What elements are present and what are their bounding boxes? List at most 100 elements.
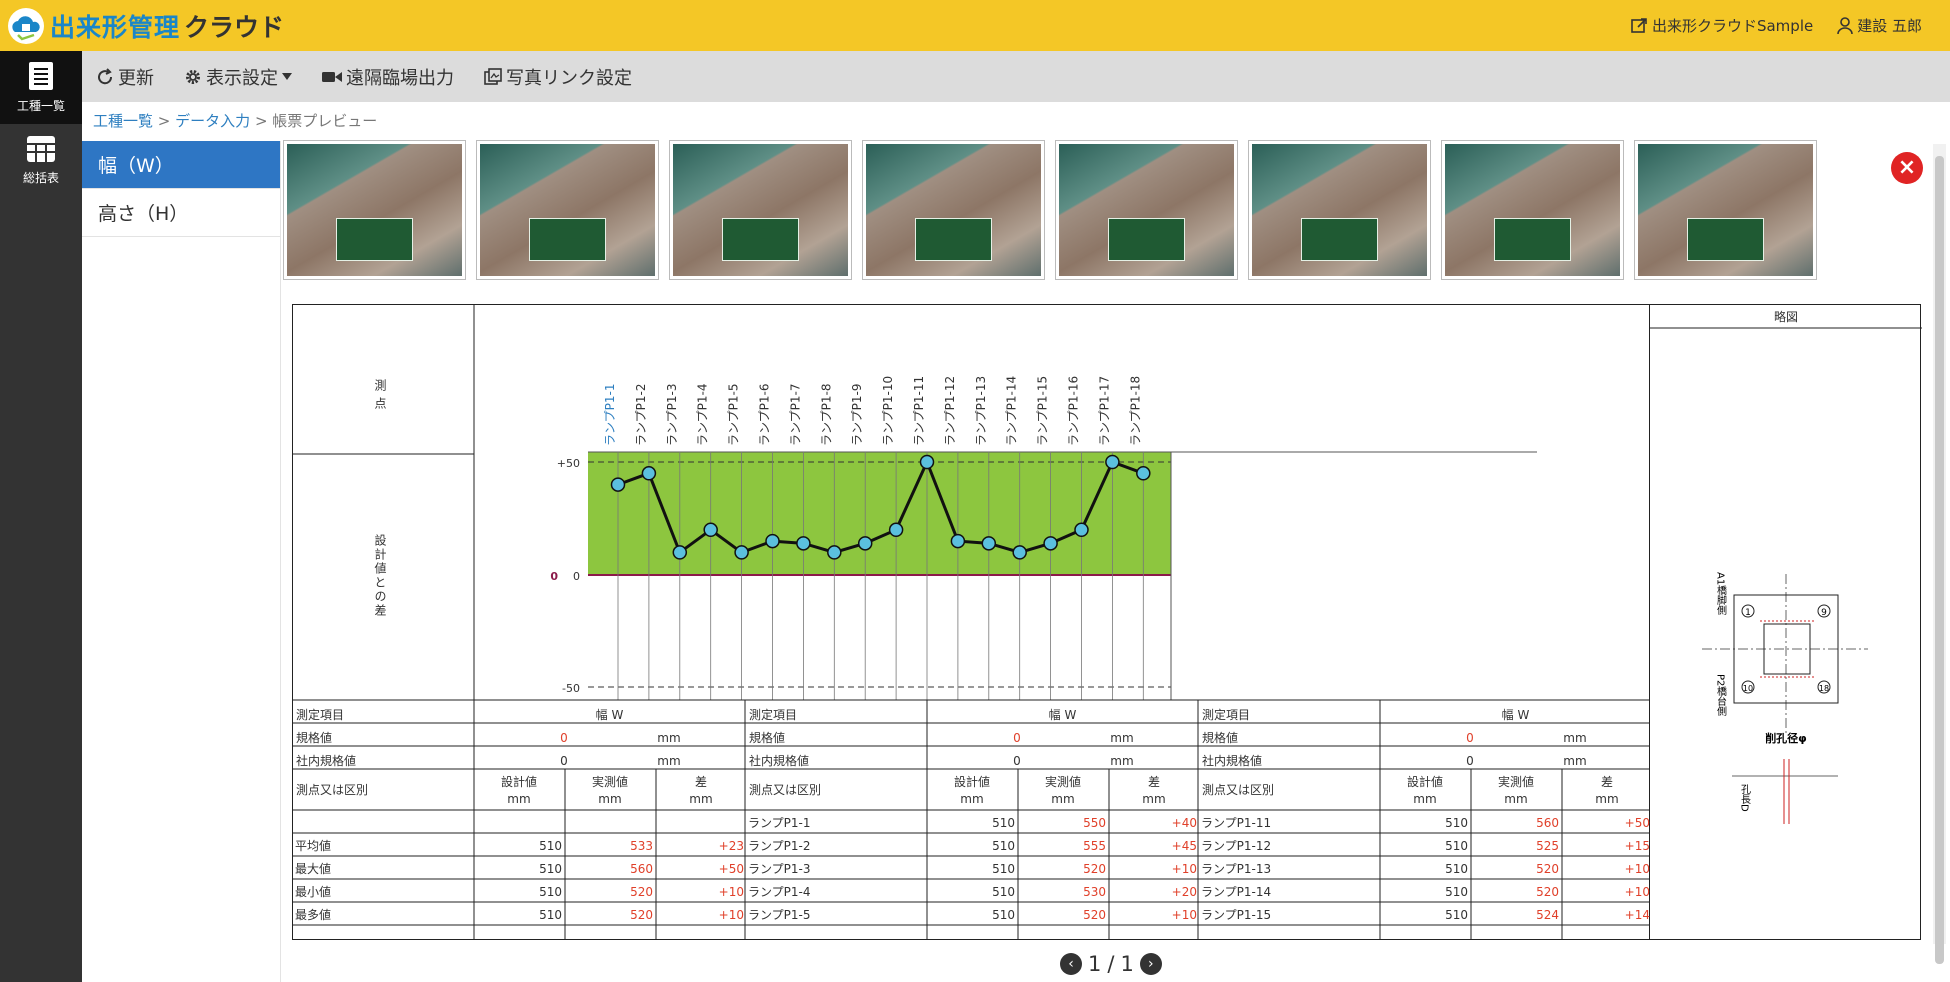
category-label: ランプP1-16 [1067,376,1081,446]
a1-side-label: A1橋脚側 [1715,572,1727,615]
diff-value: +10 [1625,862,1650,876]
category-label: ランプP1-12 [943,376,957,446]
next-page-button[interactable]: › [1139,953,1162,975]
item-value: 幅 W [1502,707,1530,722]
category-label: ランプP1-10 [881,376,895,446]
project-name: 出来形クラウドSample [1651,17,1814,35]
photo-thumbnail[interactable] [1634,140,1817,280]
row-label: 最小値 [295,884,331,899]
close-button[interactable]: × [1891,152,1923,184]
gear-icon [186,69,200,84]
data-point [610,477,626,492]
category-label: ランプP1-17 [1097,376,1111,446]
y-tick-zero: 0 [573,570,580,583]
prev-page-button[interactable]: ‹ [1060,953,1082,975]
spec-label: 規格値 [749,730,785,745]
zero-marker-label: 0 [550,570,558,583]
photo-image [1445,144,1620,276]
category-label: ランプP1-4 [696,384,710,446]
photo-link-button[interactable]: 写真リンク設定 [484,64,632,90]
data-point [981,536,997,551]
design-value: 510 [992,862,1015,876]
breadcrumb-separator: > [254,112,273,130]
actual-value: 530 [1083,885,1106,899]
hole-depth-label: 孔長D [1739,784,1751,812]
design-value: 510 [539,908,562,922]
design-value: 510 [539,839,562,853]
internal-spec-label: 社内規格値 [296,753,356,768]
photo-thumbnail[interactable] [283,140,466,280]
photo-thumbnail[interactable] [476,140,659,280]
breadcrumb-data-input[interactable]: データ入力 [175,112,250,130]
photo-thumbnail[interactable] [862,140,1045,280]
actual-value: 560 [1536,816,1559,830]
design-value: 510 [1445,816,1468,830]
display-settings-button[interactable]: 表示設定 [184,64,292,90]
column-unit: mm [960,792,983,806]
column-header: 差 [695,775,707,789]
row-label: ランプP1-13 [1201,862,1271,876]
photo-thumbnail[interactable] [1441,140,1624,280]
category-label: ランプP1-15 [1036,376,1050,446]
left-rail: 工種一覧 総括表 [0,51,82,982]
category-label: ランプP1-18 [1128,376,1142,446]
spec-unit: mm [657,731,680,745]
app-logo[interactable]: 出来形管理 クラウド [6,6,284,46]
top-bar: 出来形管理 クラウド 出来形クラウドSample 建設 五郎 [0,0,1950,51]
category-label: ランプP1-2 [634,384,648,446]
category-label: ランプP1-8 [819,384,833,446]
scrollbar-thumb[interactable] [1935,156,1944,964]
row-label: 最大値 [295,861,331,876]
photo-thumbnail[interactable] [1055,140,1238,280]
item-label: 測定項目 [749,707,797,722]
category-label: ランプP1-13 [974,376,988,446]
row-label: ランプP1-3 [748,862,810,876]
row-label: ランプP1-5 [748,908,810,922]
data-point [1105,454,1120,470]
column-unit: mm [507,792,530,806]
tab-height[interactable]: 高さ（H） [82,189,280,237]
row-label: ランプP1-15 [1201,908,1271,922]
breadcrumb-current: 帳票プレビュー [272,112,378,130]
data-point [827,545,842,560]
item-label: 測定項目 [1202,707,1250,722]
item-value: 幅 W [1049,707,1077,722]
rail-item-work-types[interactable]: 工種一覧 [0,51,82,124]
photo-blackboard [722,217,799,262]
refresh-label: 更新 [118,67,154,89]
cloud-logo-icon [8,7,44,44]
data-point [950,533,966,549]
photo-image [1252,144,1427,276]
column-unit: mm [598,792,621,806]
actual-value: 520 [1083,862,1106,876]
data-point [703,522,718,538]
point-label: 測点又は区別 [296,783,368,797]
internal-spec-unit: mm [1563,754,1586,768]
refresh-button[interactable]: 更新 [96,64,154,90]
photo-thumbnail[interactable] [669,140,852,280]
photo-thumbnail[interactable] [1248,140,1431,280]
remote-output-button[interactable]: 遠隔臨場出力 [322,64,454,90]
column-header: 設計値 [954,774,990,789]
vertical-scrollbar[interactable] [1933,144,1946,964]
tab-width[interactable]: 幅（W） [82,141,280,189]
user-menu[interactable]: 建設 五郎 [1837,15,1922,36]
actual-value: 520 [630,908,653,922]
column-header: 実測値 [1045,774,1081,789]
spec-unit: mm [1563,731,1586,745]
design-value: 510 [539,862,562,876]
design-value: 510 [992,885,1015,899]
project-switch[interactable]: 出来形クラウドSample [1630,15,1813,36]
document-list-icon [29,62,53,90]
diff-value: +50 [719,862,744,876]
data-point [765,533,780,549]
breadcrumb-work-types[interactable]: 工種一覧 [93,112,153,130]
point-label-9: 9 [1821,608,1827,618]
column-unit: mm [1504,792,1527,806]
rail-item-summary[interactable]: 総括表 [0,124,82,197]
actual-value: 524 [1536,908,1559,922]
diff-value: +20 [1172,885,1197,899]
design-value: 510 [992,908,1015,922]
toolbar: 更新 表示設定 遠隔臨場出力 写真リンク設定 [82,51,1950,102]
photo-blackboard [1494,217,1571,262]
